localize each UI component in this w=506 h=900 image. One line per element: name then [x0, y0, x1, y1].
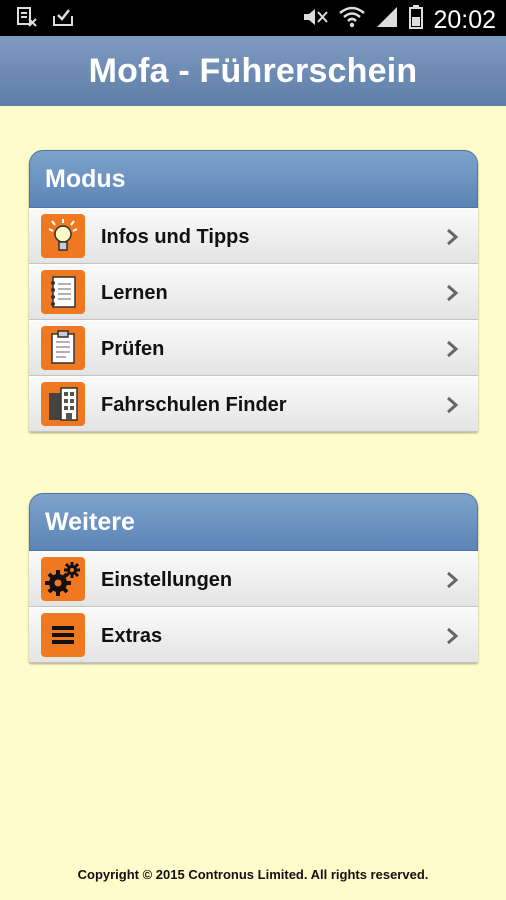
menu-item-label: Infos und Tipps [101, 226, 250, 248]
menu-item-extras[interactable]: Extras [29, 607, 478, 663]
menu-item-fahrschulen-finder[interactable]: Fahrschulen Finder [29, 376, 478, 432]
modus-group: Modus Infos und Tipps Lernen Prüfen Fahr… [29, 150, 478, 432]
document-x-icon [16, 7, 38, 32]
app-bar: Mofa - Führerschein [0, 36, 506, 106]
menu-item-infos-und-tipps[interactable]: Infos und Tipps [29, 208, 478, 264]
mute-icon [301, 6, 329, 33]
group-header-modus: Modus [29, 150, 478, 208]
copyright-text: Copyright © 2015 Contronus Limited. All … [77, 867, 429, 882]
status-time: 20:02 [433, 5, 496, 34]
chevron-right-icon [446, 340, 459, 363]
app-title: Mofa - Führerschein [88, 51, 418, 90]
notebook-icon [41, 270, 85, 314]
gears-icon [41, 557, 85, 601]
menu-item-label: Fahrschulen Finder [101, 394, 287, 416]
weitere-group: Weitere Einstellungen Extras [29, 493, 478, 663]
building-icon [41, 382, 85, 426]
menu-item-label: Lernen [101, 282, 168, 304]
menu-item-label: Prüfen [101, 338, 165, 360]
chevron-right-icon [446, 571, 459, 594]
battery-icon [409, 5, 424, 34]
chevron-right-icon [446, 284, 459, 307]
menu-item-pruefen[interactable]: Prüfen [29, 320, 478, 376]
menu-item-label: Extras [101, 625, 163, 647]
chevron-right-icon [446, 396, 459, 419]
status-bar: 20:02 [0, 0, 506, 36]
clipboard-icon [41, 326, 85, 370]
chevron-right-icon [446, 627, 459, 650]
menu-item-label: Einstellungen [101, 569, 233, 591]
lightbulb-icon [41, 214, 85, 258]
menu-item-einstellungen[interactable]: Einstellungen [29, 551, 478, 607]
menu-item-lernen[interactable]: Lernen [29, 264, 478, 320]
inbox-check-icon [52, 7, 74, 32]
chevron-right-icon [446, 228, 459, 251]
menu-icon [41, 613, 85, 657]
wifi-icon [339, 6, 366, 33]
signal-icon [375, 6, 399, 33]
group-header-weitere: Weitere [29, 493, 478, 551]
